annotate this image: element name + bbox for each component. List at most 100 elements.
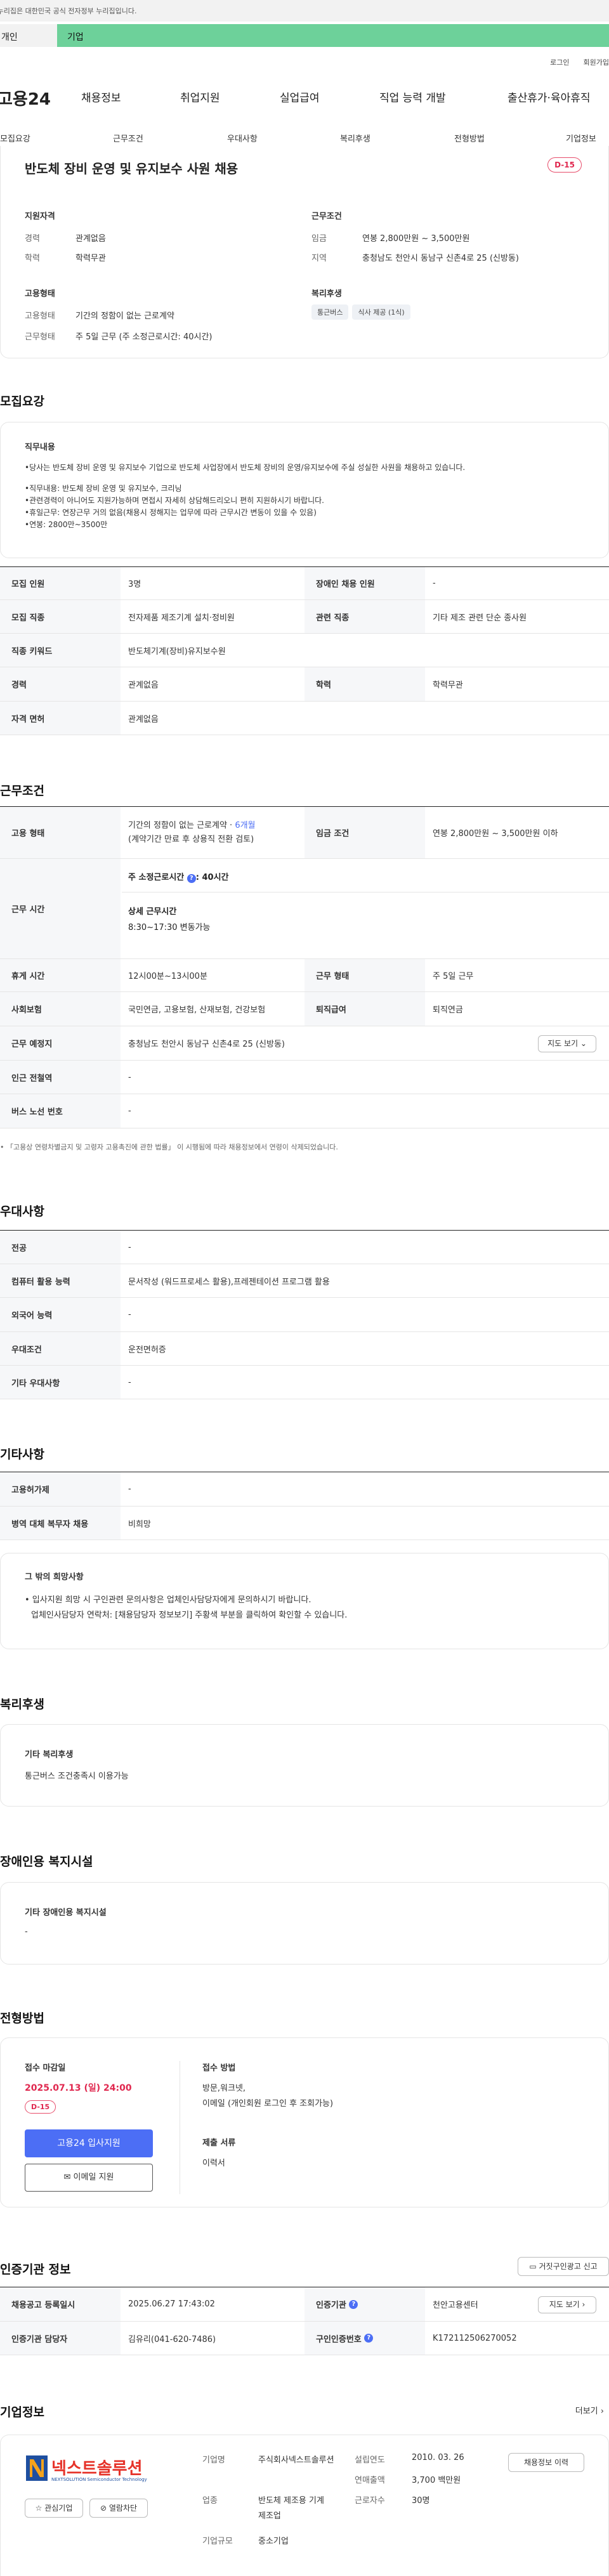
section-title-disab: 장애인용 복지시설 (0, 1855, 93, 1869)
disab-box: 기타 장애인용 복지시설 - (0, 1882, 609, 1965)
table-row: 인증기관 담당자 김유리(041-620-7486) 구인인증번호 ? K1721… (0, 2322, 609, 2355)
job-summary-card: 반도체 장비 운영 및 유지보수 사원 채용 D-15 지원자격 경력 관계없음… (0, 146, 609, 358)
duty-card: 직무내용 •당사는 반도체 장비 운영 및 유지보수 기업으로 반도체 사업장에… (0, 422, 609, 558)
career-value: 관계없음 (75, 234, 106, 244)
subnav-item[interactable]: 모집요강 (0, 132, 30, 144)
map-button[interactable]: 지도 보기 ⌄ (538, 1035, 596, 1052)
gov-banner: 이 누리집은 대한민국 공식 전자정부 누리집입니다. (0, 0, 609, 22)
join-link[interactable]: 회원가입 (584, 58, 609, 67)
dday-badge: D-15 (25, 2100, 56, 2114)
size-value: 중소기업 (258, 2537, 289, 2546)
gov-banner-text: 이 누리집은 대한민국 공식 전자정부 누리집입니다. (0, 7, 137, 15)
info-icon[interactable]: ? (349, 2299, 358, 2309)
info-icon[interactable]: ? (364, 2334, 374, 2343)
region-value: 충청남도 천안시 동남구 신촌4로 25 (신방동) (362, 254, 519, 263)
career-label: 경력 (25, 234, 40, 244)
section-title-etc: 기타사항 (0, 1448, 44, 1461)
tab-personal[interactable]: 개인 (0, 24, 57, 47)
size-label: 기업규모 (202, 2537, 233, 2546)
table-row: 전공 - (0, 1231, 609, 1264)
sales-label: 연매출액 (355, 2476, 385, 2485)
company-name-label: 기업명 (202, 2455, 225, 2465)
wage-label: 임금 (311, 234, 327, 244)
qual-title: 지원자격 (25, 212, 55, 221)
section-title-welfare: 복리후생 (0, 1697, 44, 1711)
block-view-button[interactable]: ⊘ 열람차단 (89, 2499, 148, 2518)
subnav-item[interactable]: 근무조건 (113, 132, 143, 144)
table-row: 근무 시간 주 소정근로시간 ?: 40시간 상세 근무시간 8:30~17:3… (0, 859, 609, 959)
more-link[interactable]: 더보기 › (575, 2404, 604, 2416)
member-type-tabs: 개인 기업 (0, 24, 609, 51)
welfare-box-title: 기타 복리후생 (25, 1750, 74, 1760)
emptype-label: 고용형태 (25, 311, 55, 321)
emptype-value: 기간의 정함이 없는 근로계약 (75, 311, 174, 321)
apply-button[interactable]: 고용24 입사지원 (25, 2129, 153, 2157)
global-nav: 고용24 채용정보 취업지원 실업급여 직업 능력 개발 출산휴가·육아휴직 (0, 86, 609, 110)
mail-icon: ✉ (63, 2173, 71, 2182)
disab-box-title: 기타 장애인용 복지시설 (25, 1908, 107, 1918)
section-title-recruit: 모집요강 (0, 395, 44, 409)
report-ad-button[interactable]: ▭ 거짓구인광고 신고 (518, 2257, 609, 2276)
docs-value: 이력서 (202, 2159, 225, 2168)
duty-text: •당사는 반도체 장비 운영 및 유지보수 기업으로 반도체 사업장에서 반도체… (25, 463, 466, 529)
welfare-box-value: 통근버스 조건충족시 이용가능 (25, 1772, 129, 1781)
subnav-item[interactable]: 우대사항 (227, 132, 258, 144)
section-title-process: 전형방법 (0, 2011, 44, 2025)
edu-label: 학력 (25, 254, 40, 263)
table-row: 우대조건 운전면허증 (0, 1332, 609, 1366)
disab-box-value: - (25, 1927, 28, 1937)
star-icon: ☆ (35, 2504, 43, 2513)
table-row: 외국어 능력 - (0, 1298, 609, 1332)
section-title-pref: 우대사항 (0, 1205, 44, 1219)
gnb-item[interactable]: 출산휴가·육아휴직 (508, 89, 591, 105)
info-icon[interactable]: ? (187, 874, 196, 883)
section-title-cert: 인증기관 정보 (0, 2263, 71, 2277)
tab-company[interactable]: 기업 (57, 24, 609, 47)
email-apply-button[interactable]: ✉ 이메일 지원 (25, 2164, 153, 2192)
etc-box-title: 그 밖의 희망사항 (25, 1572, 84, 1582)
process-card: 접수 마감일 2025.07.13 (일) 24:00 D-15 고용24 입사… (0, 2037, 609, 2207)
table-row: 휴게 시간 12시00분~13시00분 근무 형태 주 5일 근무 (0, 959, 609, 992)
method-title: 접수 방법 (202, 2063, 236, 2073)
section-title-work: 근무조건 (0, 784, 44, 798)
deadline-title: 접수 마감일 (25, 2063, 66, 2073)
table-row: 고용허가제 - (0, 1472, 609, 1507)
gnb-item[interactable]: 취업지원 (180, 89, 220, 105)
subnav-item[interactable]: 전형방법 (454, 132, 485, 144)
table-row: 모집 인원 3명 장애인 채용 인원 - (0, 567, 609, 600)
dday-badge: D-15 (547, 157, 582, 173)
table-row: 버스 노선 번호 - (0, 1094, 609, 1128)
table-row: 사회보험 국민연금, 고용보험, 산재보험, 건강보험 퇴직급여 퇴직연금 (0, 992, 609, 1026)
map-button[interactable]: 지도 보기 › (538, 2296, 596, 2313)
edu-value: 학력무관 (75, 254, 106, 263)
gnb-item[interactable]: 직업 능력 개발 (379, 89, 446, 105)
table-row: 채용공고 등록일시 2025.06.27 17:43:02 인증기관 ? 천안고용… (0, 2287, 609, 2322)
etc-box-text: • 입사지원 희망 시 구인관련 문의사항은 업체인사담당자에게 문의하시기 바… (25, 1595, 348, 1620)
industry-label: 업종 (202, 2496, 218, 2506)
favorite-company-button[interactable]: ☆ 관심기업 (25, 2499, 83, 2518)
table-row: 자격 면허 관계없음 (0, 702, 609, 735)
subnav-item[interactable]: 기업정보 (566, 132, 596, 144)
table-row: 경력 관계없음 학력 학력무관 (0, 667, 609, 702)
job-history-button[interactable]: 채용정보 이력 (508, 2453, 584, 2472)
table-row: 직종 키워드 반도체기계(장비)유지보수원 (0, 634, 609, 667)
staff-label: 근로자수 (355, 2496, 385, 2506)
gnb-item[interactable]: 실업급여 (280, 89, 320, 105)
site-logo[interactable]: 고용24 (0, 86, 51, 110)
wage-value: 연봉 2,800만원 ~ 3,500만원 (362, 234, 470, 244)
top-links: 로그인 회원가입 (536, 57, 609, 67)
job-title: 반도체 장비 운영 및 유지보수 사원 채용 (25, 161, 239, 176)
table-row: 근무 예정지 충청남도 천안시 동남구 신촌4로 25 (신방동) 지도 보기 ⌄ (0, 1026, 609, 1061)
company-name-value: 주식회사넥스트솔루션 (258, 2455, 334, 2465)
doc-icon: ▭ (529, 2262, 537, 2271)
login-link[interactable]: 로그인 (550, 58, 569, 67)
region-label: 지역 (311, 254, 327, 263)
section-title-company: 기업정보 (0, 2405, 44, 2419)
subnav-item[interactable]: 복리후생 (340, 132, 370, 144)
docs-title: 제출 서류 (202, 2138, 236, 2148)
gnb-item[interactable]: 채용정보 (81, 89, 121, 105)
sales-value: 3,700 백만원 (412, 2476, 461, 2485)
welfare-box: 기타 복리후생 통근버스 조건충족시 이용가능 (0, 1724, 609, 1807)
welfare-chip: 통근버스 (311, 304, 349, 320)
block-icon: ⊘ (100, 2504, 107, 2513)
